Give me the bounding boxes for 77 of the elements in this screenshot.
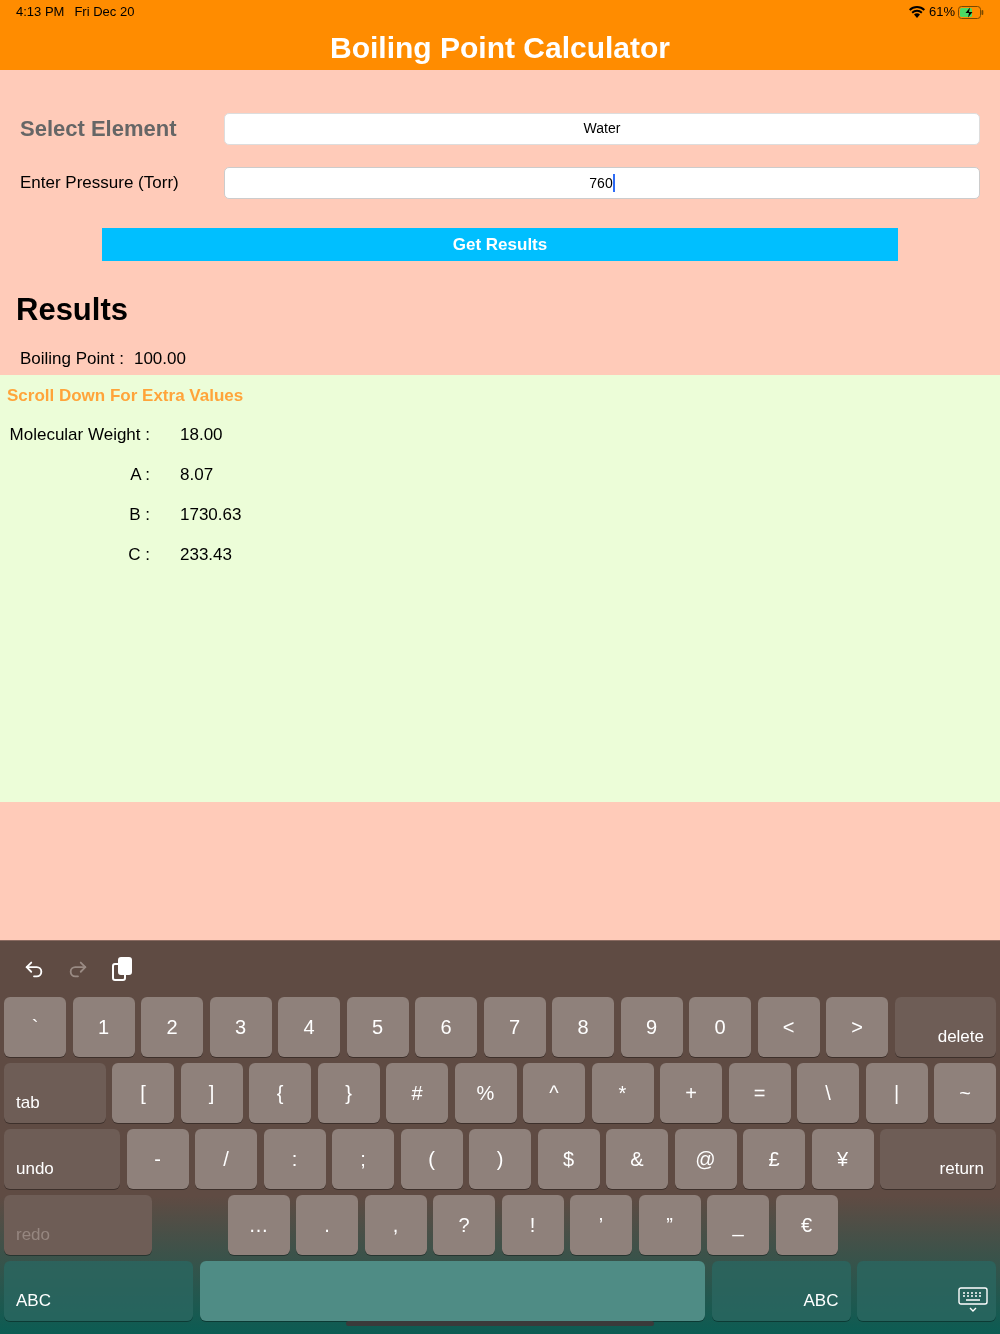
key[interactable]: . bbox=[296, 1195, 358, 1255]
dismiss-keyboard-key[interactable] bbox=[857, 1261, 996, 1321]
extra-label: A : bbox=[129, 463, 151, 486]
status-time: 4:13 PM bbox=[16, 3, 65, 22]
app-title: Boiling Point Calculator bbox=[330, 29, 670, 66]
key[interactable]: = bbox=[728, 1063, 791, 1123]
key[interactable]: _ bbox=[707, 1195, 769, 1255]
key[interactable]: 3 bbox=[209, 997, 272, 1057]
key[interactable]: £ bbox=[743, 1129, 805, 1189]
keyboard-icon bbox=[958, 1287, 988, 1313]
key[interactable]: 0 bbox=[689, 997, 751, 1057]
function-key[interactable]: undo bbox=[4, 1129, 120, 1189]
extra-value: 233.43 bbox=[180, 543, 232, 566]
key[interactable]: 4 bbox=[278, 997, 340, 1057]
extra-value: 8.07 bbox=[180, 463, 214, 486]
key[interactable]: ^ bbox=[523, 1063, 585, 1123]
key[interactable]: ` bbox=[4, 997, 66, 1057]
key[interactable]: [ bbox=[112, 1063, 174, 1123]
key[interactable]: - bbox=[126, 1129, 189, 1189]
key[interactable]: { bbox=[249, 1063, 311, 1123]
key[interactable]: ] bbox=[180, 1063, 243, 1123]
key[interactable]: ? bbox=[433, 1195, 495, 1255]
key[interactable]: 5 bbox=[346, 997, 409, 1057]
result-label: Boiling Point : bbox=[20, 347, 124, 370]
extra-value: 1730.63 bbox=[180, 503, 242, 526]
key[interactable]: # bbox=[386, 1063, 448, 1123]
key[interactable]: \ bbox=[797, 1063, 859, 1123]
result-value: 100.00 bbox=[133, 347, 186, 370]
function-key[interactable]: delete bbox=[894, 997, 996, 1057]
key[interactable]: ’ bbox=[570, 1195, 632, 1255]
key[interactable]: * bbox=[591, 1063, 654, 1123]
key[interactable]: ; bbox=[332, 1129, 394, 1189]
scroll-hint: Scroll Down For Extra Values bbox=[7, 385, 245, 407]
element-field[interactable]: Water bbox=[224, 112, 980, 145]
field-label: Enter Pressure (Torr) bbox=[20, 172, 180, 195]
key[interactable]: ¥ bbox=[811, 1129, 874, 1189]
get-results-button[interactable]: Get Results bbox=[102, 228, 898, 261]
function-key[interactable]: return bbox=[880, 1129, 996, 1189]
key[interactable]: | bbox=[865, 1063, 928, 1123]
key[interactable]: } bbox=[317, 1063, 380, 1123]
key[interactable]: 9 bbox=[620, 997, 683, 1057]
field-label: Select Element bbox=[20, 115, 178, 143]
key[interactable]: : bbox=[263, 1129, 326, 1189]
mode-key[interactable]: ABC bbox=[4, 1261, 193, 1321]
pressure-field[interactable]: 760 bbox=[224, 167, 980, 199]
extra-label: Molecular Weight : bbox=[8, 423, 151, 446]
key[interactable]: / bbox=[195, 1129, 257, 1189]
key[interactable]: 8 bbox=[552, 997, 614, 1057]
key[interactable]: € bbox=[775, 1195, 838, 1255]
key[interactable]: 1 bbox=[72, 997, 135, 1057]
key[interactable]: , bbox=[364, 1195, 427, 1255]
key[interactable]: & bbox=[606, 1129, 668, 1189]
key[interactable]: 2 bbox=[141, 997, 203, 1057]
key[interactable]: 6 bbox=[415, 997, 477, 1057]
key[interactable]: < bbox=[757, 997, 820, 1057]
paste-button[interactable] bbox=[110, 956, 134, 982]
function-key[interactable]: tab bbox=[4, 1063, 106, 1123]
key[interactable]: + bbox=[660, 1063, 722, 1123]
extra-label: B : bbox=[128, 503, 151, 526]
key[interactable]: ” bbox=[638, 1195, 701, 1255]
mode-key[interactable]: ABC bbox=[711, 1261, 851, 1321]
key[interactable]: $ bbox=[537, 1129, 600, 1189]
extra-value: 18.00 bbox=[180, 423, 223, 446]
status-date: Fri Dec 20 bbox=[74, 3, 135, 22]
key[interactable]: > bbox=[826, 997, 888, 1057]
key[interactable]: 7 bbox=[483, 997, 546, 1057]
extra-label: C : bbox=[127, 543, 151, 566]
key[interactable]: @ bbox=[674, 1129, 737, 1189]
key[interactable]: ! bbox=[501, 1195, 564, 1255]
key[interactable]: ) bbox=[469, 1129, 531, 1189]
key[interactable]: ~ bbox=[934, 1063, 996, 1123]
key[interactable]: % bbox=[454, 1063, 517, 1123]
key[interactable]: ( bbox=[400, 1129, 463, 1189]
key[interactable]: … bbox=[227, 1195, 290, 1255]
results-heading: Results bbox=[16, 291, 129, 329]
battery-percent: 61% bbox=[928, 3, 955, 22]
wifi-icon bbox=[908, 6, 925, 18]
